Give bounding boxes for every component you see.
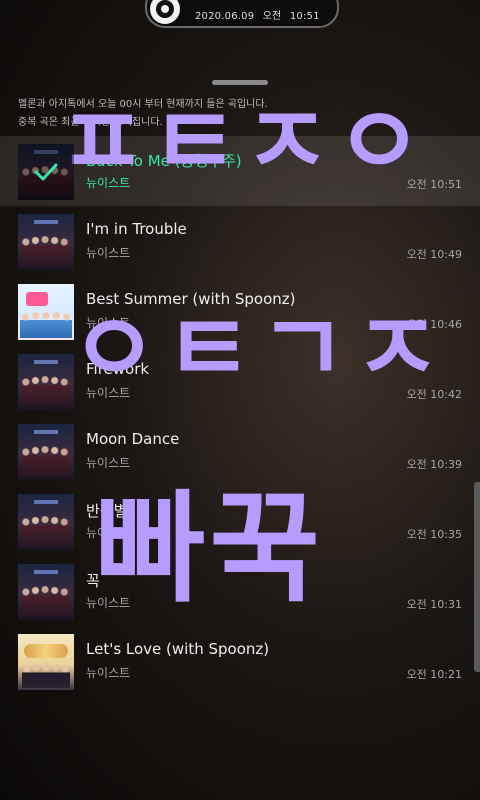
played-time: 오전 10:21 [406, 668, 462, 681]
track-row[interactable]: I'm in Trouble 뉴이스트 오전 10:49 [0, 206, 480, 276]
notice-line-1: 멜론과 아지톡에서 오늘 00시 부터 현재까지 들은 곡입니다. [18, 99, 268, 110]
track-row[interactable]: Firework 뉴이스트 오전 10:42 [0, 346, 480, 416]
checkmark-icon [18, 144, 74, 200]
album-cover [18, 284, 74, 340]
album-cover [18, 564, 74, 620]
playback-timestamp: 2020.06.09 오전 10:51 [195, 7, 320, 22]
track-artist: 뉴이스트 [86, 386, 131, 400]
album-cover [18, 214, 74, 270]
ampm-text: 오전 [262, 11, 282, 22]
track-title: 반짝별 [86, 502, 128, 520]
album-cover [18, 424, 74, 480]
notice-line-2: 중복 곡은 최근 기록만 보여집니다. [18, 117, 163, 128]
track-artist: 뉴이스트 [86, 596, 131, 610]
date-text: 2020.06.09 [195, 11, 255, 22]
now-playing-pill[interactable]: 2020.06.09 오전 10:51 [145, 0, 339, 28]
played-time: 오전 10:42 [406, 388, 462, 401]
track-title: I'm in Trouble [86, 220, 187, 238]
disc-icon [150, 0, 180, 24]
played-time: 오전 10:51 [406, 178, 462, 191]
played-time: 오전 10:46 [406, 318, 462, 331]
time-text: 10:51 [289, 11, 320, 22]
track-title: Firework [86, 360, 150, 378]
track-artist: 뉴이스트 [86, 316, 131, 330]
album-cover [18, 494, 74, 550]
track-title: 꼭 [86, 572, 100, 590]
track-row[interactable]: Let's Love (with Spoonz) 뉴이스트 오전 10:21 [0, 626, 480, 696]
track-row[interactable]: Best Summer (with Spoonz) 뉴이스트 오전 10:46 [0, 276, 480, 346]
track-row[interactable]: Moon Dance 뉴이스트 오전 10:39 [0, 416, 480, 486]
track-title: Moon Dance [86, 430, 180, 448]
track-artist: 뉴이스트 [86, 526, 131, 540]
track-title: Best Summer (with Spoonz) [86, 290, 296, 308]
track-title: Back To Me (궁행우주) [86, 152, 242, 170]
album-cover [18, 354, 74, 410]
track-title: Let's Love (with Spoonz) [86, 640, 270, 658]
played-time: 오전 10:35 [406, 528, 462, 541]
track-row[interactable]: 꼭 뉴이스트 오전 10:31 [0, 556, 480, 626]
scrollbar[interactable] [474, 482, 480, 672]
track-artist: 뉴이스트 [86, 246, 131, 260]
track-artist: 뉴이스트 [86, 456, 131, 470]
album-cover [18, 634, 74, 690]
track-artist: 뉴이스트 [86, 176, 131, 190]
track-artist: 뉴이스트 [86, 666, 131, 680]
sheet-drag-handle[interactable] [212, 80, 268, 85]
played-time: 오전 10:31 [406, 598, 462, 611]
track-row[interactable]: Back To Me (궁행우주) 뉴이스트 오전 10:51 [0, 136, 480, 206]
track-row[interactable]: 반짝별 뉴이스트 오전 10:35 [0, 486, 480, 556]
played-time: 오전 10:39 [406, 458, 462, 471]
history-notice: 멜론과 아지톡에서 오늘 00시 부터 현재까지 들은 곡입니다. 중복 곡은 … [18, 96, 268, 132]
played-time: 오전 10:49 [406, 248, 462, 261]
